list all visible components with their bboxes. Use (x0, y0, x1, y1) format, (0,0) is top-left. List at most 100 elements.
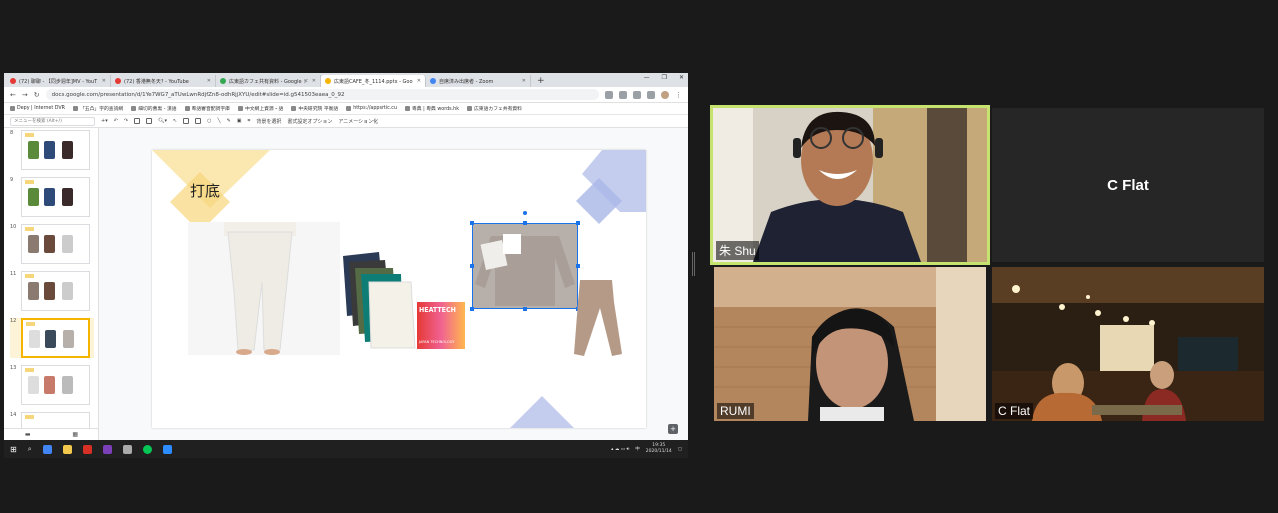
selected-sweater-image[interactable] (470, 211, 580, 311)
close-window-button[interactable]: ✕ (679, 74, 684, 81)
bookmark[interactable]: 中文網上資源・語 (237, 105, 283, 112)
browser-tab[interactable]: 広東語カフェ共有資料 - Google ド ✕ (216, 75, 321, 87)
bg-select-button[interactable]: 背景を選択 (256, 118, 281, 125)
slide-title[interactable]: 打底 (190, 180, 220, 201)
redo-icon[interactable]: ↷ (124, 118, 128, 124)
extension-icon[interactable] (619, 90, 627, 99)
resize-handle[interactable] (523, 221, 527, 225)
bookmark[interactable]: 「五凸」字的查詢網 (73, 105, 123, 112)
new-slide-icon[interactable]: +▾ (101, 118, 108, 124)
extension-icon[interactable] (605, 90, 613, 99)
extension-icon[interactable] (647, 90, 655, 99)
profile-avatar[interactable] (661, 90, 669, 99)
grid-view-icon[interactable]: ▦ (72, 431, 78, 438)
slide-thumb[interactable]: 13 (10, 365, 94, 405)
windows-taskbar: ⊞ ⌕ ▴ ☁ ▭ 🔊︎ 中 19:35 2020/11/14 ▢ (4, 440, 688, 458)
resize-handle[interactable] (576, 221, 580, 225)
forward-icon[interactable]: → (22, 91, 28, 99)
bookmark[interactable]: https://appsrtic.cu (346, 106, 397, 111)
resize-handle[interactable] (470, 264, 474, 268)
new-tab-button[interactable]: + (531, 75, 551, 87)
list-view-icon[interactable]: ▬ (25, 431, 31, 438)
close-icon[interactable]: ✕ (522, 78, 526, 84)
slide-thumb[interactable]: 10 (10, 224, 94, 264)
browser-tab-active[interactable]: 広東語CAFE_冬_1114.pptx - Goo ✕ (321, 75, 426, 87)
bookmark[interactable]: 粵語審音配詞字庫 (184, 105, 230, 112)
undo-icon[interactable]: ↶ (114, 118, 118, 124)
windows-start-icon[interactable]: ⊞ (10, 445, 17, 454)
tray-icons[interactable]: ▴ ☁ ▭ 🔊︎ (611, 446, 629, 452)
search-icon[interactable]: ⌕ (28, 445, 32, 454)
clock[interactable]: 19:35 2020/11/14 (646, 443, 672, 455)
paint-format-icon[interactable] (146, 118, 153, 124)
pants-image[interactable] (566, 278, 622, 358)
video-tile[interactable]: C Flat (992, 267, 1264, 421)
notification-icon[interactable]: ▢ (678, 447, 682, 452)
slide-number: 14 (10, 412, 17, 418)
video-tile-active-speaker[interactable]: 朱 Shu (710, 105, 990, 265)
image-icon[interactable] (195, 118, 202, 124)
slide-thumb[interactable]: 11 (10, 271, 94, 311)
ime-indicator[interactable]: 中 (635, 446, 640, 452)
back-icon[interactable]: ← (10, 91, 16, 99)
rotate-handle[interactable] (523, 211, 527, 215)
chrome-icon[interactable] (42, 444, 52, 454)
app-icon[interactable] (82, 444, 92, 454)
resize-handle[interactable] (523, 307, 527, 311)
minimize-button[interactable]: — (644, 74, 650, 81)
select-icon[interactable]: ↖ (173, 118, 177, 124)
heattech-tops-image[interactable] (339, 252, 419, 350)
close-icon[interactable]: ✕ (417, 78, 421, 84)
menu-dots-icon[interactable]: ⋮ (675, 91, 682, 99)
line-icon[interactable]: ╲ (218, 118, 221, 124)
bookmark[interactable]: 細切的曹黒 - 漢語 (131, 105, 177, 112)
resize-handle[interactable] (470, 221, 474, 225)
pen-icon[interactable]: ✎ (227, 118, 231, 124)
zoom-app-icon[interactable] (162, 444, 172, 454)
animate-button[interactable]: アニメーション化 (338, 118, 378, 125)
print-icon[interactable] (134, 118, 141, 124)
youtube-icon (10, 78, 16, 84)
extension-icon[interactable] (633, 90, 641, 99)
slide-thumb-selected[interactable]: 12 (10, 318, 94, 358)
menu-search-input[interactable]: メニューを検索 (Alt+/) (10, 116, 95, 126)
resize-handle[interactable] (576, 264, 580, 268)
close-icon[interactable]: ✕ (312, 78, 316, 84)
onenote-icon[interactable] (102, 444, 112, 454)
shape-icon[interactable]: ○ (207, 118, 211, 124)
reload-icon[interactable]: ↻ (34, 91, 40, 99)
explore-icon[interactable]: + (668, 424, 678, 434)
video-tile[interactable]: RUMI (714, 267, 986, 421)
explorer-icon[interactable] (62, 444, 72, 454)
slide-thumb[interactable]: 8 (10, 130, 94, 170)
zoom-icon[interactable]: 🔍︎▾ (158, 118, 167, 124)
slide-thumb[interactable]: 9 (10, 177, 94, 217)
format-options-button[interactable]: 書式設定オプション (287, 118, 332, 125)
app-icon[interactable] (122, 444, 132, 454)
bookmark-label: 広東語カフェ共有資料 (474, 107, 522, 112)
url-input[interactable]: docs.google.com/presentation/d/1Ye7WG7_a… (45, 89, 599, 100)
browser-tab[interactable]: 自席済み出席者 - Zoom ✕ (426, 75, 531, 87)
slide-canvas[interactable]: 打底 HEATTECH JAPAN TECHNOLOGY (152, 150, 646, 428)
close-icon[interactable]: ✕ (102, 78, 106, 84)
close-icon[interactable]: ✕ (207, 78, 211, 84)
fill-icon[interactable]: ▣ (237, 118, 242, 124)
browser-tab[interactable]: (72) 聊聊 - 【同步週年]MV - YouT ✕ (6, 75, 111, 87)
bookmark[interactable]: 中央研究院 平衡語 (291, 105, 338, 112)
zoom-icon (430, 78, 436, 84)
long-johns-image[interactable] (188, 222, 340, 355)
line-icon[interactable] (142, 444, 152, 454)
maximize-button[interactable]: ❐ (662, 74, 667, 81)
textbox-icon[interactable] (183, 118, 190, 124)
video-tile-off[interactable]: C Flat (992, 108, 1264, 262)
bookmark[interactable]: 粵典 | 粵典 words.hk (404, 105, 459, 112)
shared-screen[interactable]: (72) 聊聊 - 【同步週年]MV - YouT ✕ (72) 香港無冬天? … (4, 73, 688, 458)
browser-tab[interactable]: (72) 香港無冬天? - YouTube ✕ (111, 75, 216, 87)
bookmark[interactable]: Depy | Internet DVR (10, 106, 65, 111)
bookmark[interactable]: 広東語カフェ共有資料 (467, 105, 522, 112)
crop-icon[interactable]: ⌗ (248, 118, 251, 124)
slide-preview (21, 365, 90, 405)
heattech-logo[interactable]: HEATTECH JAPAN TECHNOLOGY (417, 302, 465, 349)
resize-handle[interactable] (470, 307, 474, 311)
splitter-handle[interactable] (692, 252, 695, 276)
